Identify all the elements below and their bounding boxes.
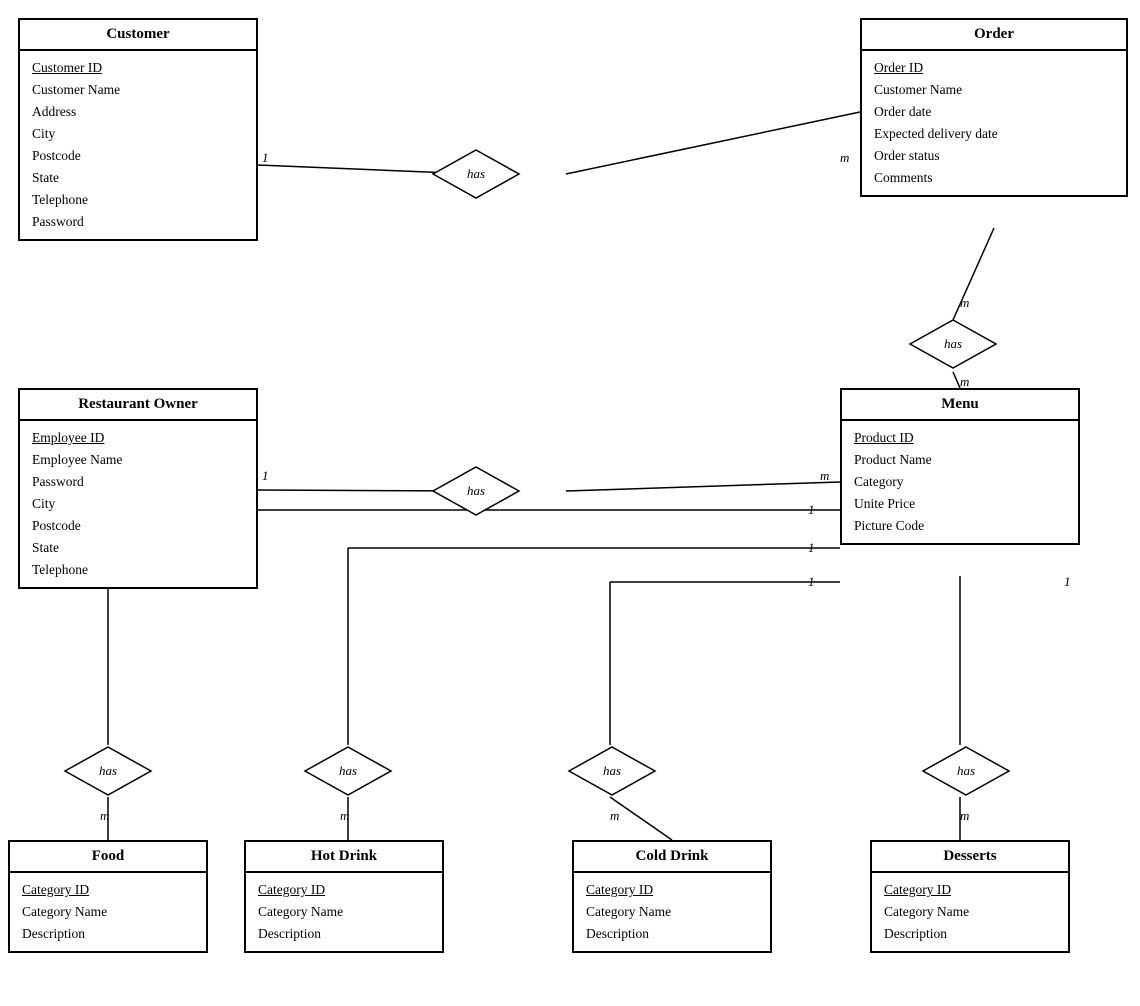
restaurant-owner-entity: Restaurant Owner Employee ID Employee Na… [18, 388, 258, 589]
food-pk: Category ID [22, 879, 194, 901]
desserts-cat-name: Category Name [884, 901, 1056, 923]
owner-postcode: Postcode [32, 515, 244, 537]
order-entity: Order Order ID Customer Name Order date … [860, 18, 1128, 197]
mult-menu-food-1: 1 [808, 502, 815, 518]
customer-name: Customer Name [32, 79, 244, 101]
has-food-diamond: has [63, 745, 153, 797]
has-hotdrink-diamond: has [303, 745, 393, 797]
desserts-pk: Category ID [884, 879, 1056, 901]
customer-postcode: Postcode [32, 145, 244, 167]
er-diagram: Customer Customer ID Customer Name Addre… [0, 0, 1140, 1006]
mult-colddrink-m: m [610, 808, 619, 824]
cold-drink-entity: Cold Drink Category ID Category Name Des… [572, 840, 772, 953]
desserts-entity: Desserts Category ID Category Name Descr… [870, 840, 1070, 953]
food-cat-name: Category Name [22, 901, 194, 923]
mult-desserts-m: m [960, 808, 969, 824]
employee-name: Employee Name [32, 449, 244, 471]
order-pk: Order ID [874, 57, 1114, 79]
order-expected-delivery: Expected delivery date [874, 123, 1114, 145]
mult-owner-1: 1 [262, 468, 269, 484]
owner-password: Password [32, 471, 244, 493]
has-owner-menu-diamond: has [431, 465, 521, 517]
mult-menu-desserts-1: 1 [1064, 574, 1071, 590]
has-desserts-diamond: has [921, 745, 1011, 797]
cold-drink-body: Category ID Category Name Description [574, 873, 770, 951]
menu-header: Menu [842, 390, 1078, 421]
hot-drink-body: Category ID Category Name Description [246, 873, 442, 951]
order-comments: Comments [874, 167, 1114, 189]
mult-order-m: m [840, 150, 849, 166]
product-picture: Picture Code [854, 515, 1066, 537]
food-desc: Description [22, 923, 194, 945]
product-category: Category [854, 471, 1066, 493]
mult-hotdrink-m: m [340, 808, 349, 824]
desserts-header: Desserts [872, 842, 1068, 873]
cold-drink-pk: Category ID [586, 879, 758, 901]
product-pk: Product ID [854, 427, 1066, 449]
customer-telephone: Telephone [32, 189, 244, 211]
customer-pk: Customer ID [32, 57, 244, 79]
mult-menu-hotdrink-1: 1 [808, 540, 815, 556]
cold-drink-header: Cold Drink [574, 842, 770, 873]
order-status: Order status [874, 145, 1114, 167]
mult-customer-1: 1 [262, 150, 269, 166]
hot-drink-header: Hot Drink [246, 842, 442, 873]
customer-header: Customer [20, 20, 256, 51]
mult-menu-colddrink-1: 1 [808, 574, 815, 590]
product-name: Product Name [854, 449, 1066, 471]
menu-entity: Menu Product ID Product Name Category Un… [840, 388, 1080, 545]
has-order-menu-diamond: has [908, 318, 998, 370]
desserts-body: Category ID Category Name Description [872, 873, 1068, 951]
food-entity: Food Category ID Category Name Descripti… [8, 840, 208, 953]
has-customer-order-diamond: has [431, 148, 521, 200]
food-header: Food [10, 842, 206, 873]
customer-state: State [32, 167, 244, 189]
employee-pk: Employee ID [32, 427, 244, 449]
cold-drink-desc: Description [586, 923, 758, 945]
restaurant-owner-header: Restaurant Owner [20, 390, 256, 421]
cold-drink-cat-name: Category Name [586, 901, 758, 923]
desserts-desc: Description [884, 923, 1056, 945]
mult-menu-m: m [820, 468, 829, 484]
mult-food-m: m [100, 808, 109, 824]
customer-entity: Customer Customer ID Customer Name Addre… [18, 18, 258, 241]
customer-city: City [32, 123, 244, 145]
order-date: Order date [874, 101, 1114, 123]
customer-password: Password [32, 211, 244, 233]
menu-body: Product ID Product Name Category Unite P… [842, 421, 1078, 543]
order-body: Order ID Customer Name Order date Expect… [862, 51, 1126, 195]
customer-address: Address [32, 101, 244, 123]
mult-order-menu-bot-m: m [960, 374, 969, 390]
product-price: Unite Price [854, 493, 1066, 515]
hot-drink-cat-name: Category Name [258, 901, 430, 923]
restaurant-owner-body: Employee ID Employee Name Password City … [20, 421, 256, 587]
customer-body: Customer ID Customer Name Address City P… [20, 51, 256, 239]
owner-state: State [32, 537, 244, 559]
hot-drink-entity: Hot Drink Category ID Category Name Desc… [244, 840, 444, 953]
hot-drink-desc: Description [258, 923, 430, 945]
order-customer-name: Customer Name [874, 79, 1114, 101]
food-body: Category ID Category Name Description [10, 873, 206, 951]
has-colddrink-diamond: has [567, 745, 657, 797]
order-header: Order [862, 20, 1126, 51]
hot-drink-pk: Category ID [258, 879, 430, 901]
owner-city: City [32, 493, 244, 515]
mult-order-menu-top-m: m [960, 295, 969, 311]
owner-telephone: Telephone [32, 559, 244, 581]
